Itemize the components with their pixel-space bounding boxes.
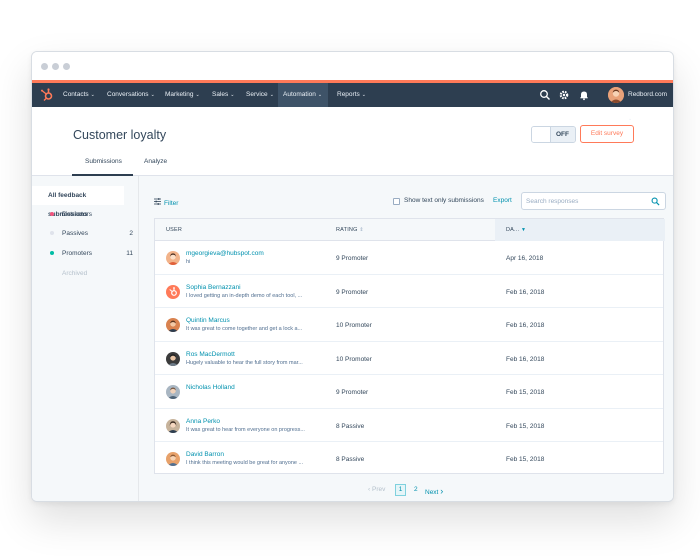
- column-header-rating[interactable]: RATING ⇕: [336, 219, 364, 241]
- filter-button[interactable]: Filter: [154, 198, 178, 207]
- bell-icon[interactable]: [578, 89, 590, 101]
- text-only-checkbox[interactable]: [393, 198, 400, 205]
- user-name-link[interactable]: David Barron: [186, 451, 224, 458]
- submissions-table: USER RATING ⇕ DA... ▼ mgeorgieva@hubspot…: [154, 218, 665, 476]
- search-icon[interactable]: [539, 89, 551, 101]
- nav-item-sales[interactable]: Sales ⌄: [207, 83, 239, 107]
- nav-item-contacts[interactable]: Contacts ⌄: [58, 83, 100, 107]
- pagination-next[interactable]: Next ›: [425, 486, 443, 496]
- text-only-checkbox-label: Show text only submissions: [404, 197, 484, 204]
- nav-item-automation[interactable]: Automation ⌄: [278, 83, 328, 107]
- user-comment: It was great to hear from everyone on pr…: [186, 426, 305, 433]
- table-header: USER RATING ⇕ DA... ▼: [155, 219, 665, 241]
- account-name[interactable]: Redbord.com ⌄: [628, 83, 673, 131]
- user-avatar: [166, 385, 180, 399]
- user-comment: hi: [186, 259, 191, 265]
- search-input[interactable]: [526, 195, 646, 207]
- filter-icon: [154, 198, 161, 205]
- nav-item-service[interactable]: Service ⌄: [241, 83, 279, 107]
- sidebar-item-archived[interactable]: Archived: [32, 264, 139, 283]
- user-avatar: [166, 318, 180, 332]
- table-row[interactable]: Ros MacDermott Hugely valuable to hear t…: [155, 342, 663, 375]
- pagination-page-2[interactable]: 2: [414, 486, 418, 493]
- user-name-link[interactable]: Sophia Bernazzani: [186, 284, 241, 291]
- user-avatar: [166, 418, 180, 433]
- passives-count: 2: [129, 230, 133, 237]
- rating-value: 9 Promoter: [336, 255, 369, 262]
- promoters-dot-icon: [50, 251, 54, 255]
- edit-survey-button[interactable]: Edit survey: [580, 125, 634, 143]
- rating-value: 10 Promoter: [336, 322, 372, 329]
- submission-date: Feb 16, 2018: [506, 355, 545, 363]
- user-comment: Hugely valuable to hear the full story f…: [186, 359, 303, 366]
- pagination-prev[interactable]: ‹ Prev: [368, 486, 385, 493]
- window-dot-icon: [52, 63, 59, 70]
- rating-value: 10 Promoter: [336, 355, 372, 363]
- table-row[interactable]: Nicholas Holland 9 Promoter Feb 15, 2018: [155, 375, 663, 409]
- toggle-knob[interactable]: [532, 127, 551, 142]
- hubspot-avatar-icon: [166, 284, 180, 299]
- sidebar-item-passives[interactable]: Passives 2: [32, 224, 139, 243]
- submission-date: Feb 15, 2018: [506, 389, 545, 396]
- browser-window: Contacts ⌄ Conversations ⌄ Marketing ⌄ Sale…: [31, 51, 674, 502]
- window-dot-icon: [41, 63, 48, 70]
- table-row[interactable]: Sophia Bernazzani I loved getting an in-…: [155, 275, 663, 308]
- nav-item-reports[interactable]: Reports ⌄: [332, 83, 371, 107]
- user-avatar: [166, 351, 180, 366]
- table-row[interactable]: Quintin Marcus It was great to come toge…: [155, 308, 663, 342]
- toggle-label: OFF: [556, 131, 569, 138]
- table-row[interactable]: David Barron I think this meeting would …: [155, 442, 663, 476]
- passives-dot-icon: [50, 231, 54, 235]
- rating-value: 8 Passive: [336, 422, 365, 430]
- user-comment: It was great to come together and get a …: [186, 326, 303, 332]
- sidebar-item-promoters[interactable]: Promoters 11: [32, 244, 139, 263]
- detractors-dot-icon: [50, 212, 54, 216]
- user-comment: I loved getting an in-depth demo of each…: [186, 292, 303, 299]
- tab-submissions[interactable]: Submissions: [85, 158, 122, 165]
- feedback-sidebar: All feedback submissions Detractors Pass…: [32, 176, 139, 501]
- user-name-link[interactable]: Quintin Marcus: [186, 317, 230, 324]
- nav-item-marketing[interactable]: Marketing ⌄: [160, 83, 205, 107]
- user-avatar[interactable]: [608, 87, 624, 103]
- user-comment: I think this meeting would be great for …: [186, 460, 304, 466]
- pagination-page-1[interactable]: 1: [395, 484, 406, 496]
- table-row[interactable]: Anna Perko It was great to hear from eve…: [155, 409, 663, 442]
- column-header-date[interactable]: DA... ▼: [506, 219, 526, 241]
- submission-date: Feb 15, 2018: [506, 456, 545, 463]
- user-avatar: [166, 452, 180, 466]
- top-navigation: Contacts ⌄ Conversations ⌄ Marketing ⌄ Sale…: [32, 83, 673, 122]
- export-link[interactable]: Export: [493, 197, 512, 204]
- submission-date: Feb 16, 2018: [506, 288, 545, 296]
- promoters-count: 11: [126, 250, 133, 257]
- gear-icon[interactable]: [558, 89, 570, 101]
- submission-date: Feb 15, 2018: [506, 422, 545, 430]
- search-icon[interactable]: [651, 197, 660, 206]
- submission-date: Apr 16, 2018: [506, 255, 544, 262]
- window-dot-icon: [63, 63, 70, 70]
- page-title: Customer loyalty: [73, 128, 167, 142]
- rating-value: 9 Promoter: [336, 288, 369, 296]
- rating-value: 9 Promoter: [336, 389, 369, 396]
- user-name-link[interactable]: mgeorgieva@hubspot.com: [186, 250, 264, 257]
- table-row[interactable]: mgeorgieva@hubspot.com hi 9 Promoter Apr…: [155, 241, 663, 275]
- rating-value: 8 Passive: [336, 456, 365, 463]
- user-name-link[interactable]: Anna Perko: [186, 418, 220, 425]
- sidebar-item-all-feedback[interactable]: All feedback submissions: [32, 186, 124, 218]
- chevron-right-icon: ›: [440, 486, 444, 496]
- user-name-link[interactable]: Ros MacDermott: [186, 351, 235, 358]
- column-header-user[interactable]: USER: [166, 219, 182, 241]
- chevron-left-icon: ‹: [368, 486, 371, 493]
- survey-active-toggle[interactable]: OFF: [531, 126, 576, 143]
- user-avatar: [166, 251, 180, 265]
- hubspot-logo-icon[interactable]: [39, 87, 55, 103]
- window-titlebar: [32, 52, 673, 80]
- sidebar-item-detractors[interactable]: Detractors: [32, 205, 139, 224]
- search-field[interactable]: [521, 192, 666, 210]
- user-name-link[interactable]: Nicholas Holland: [186, 384, 235, 391]
- submission-date: Feb 16, 2018: [506, 322, 545, 329]
- tab-analyze[interactable]: Analyze: [144, 158, 167, 165]
- nav-item-conversations[interactable]: Conversations ⌄: [102, 83, 160, 107]
